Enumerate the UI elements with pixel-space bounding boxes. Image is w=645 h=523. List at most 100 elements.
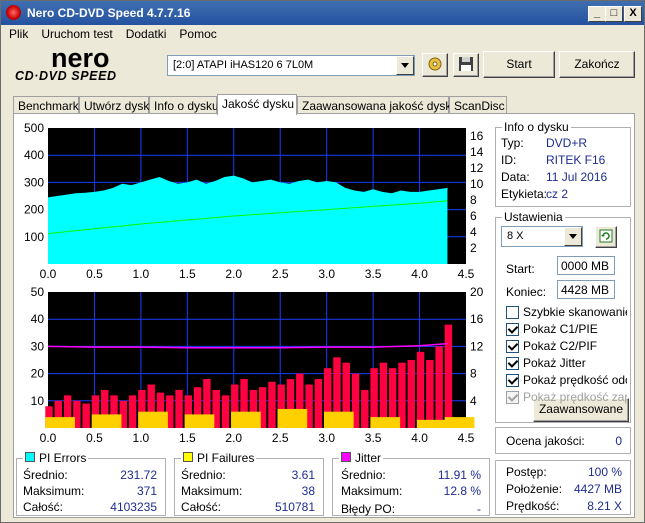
tab-disc-quality[interactable]: Jakość dysku (217, 94, 297, 115)
y-right-tick-2: 6 (470, 209, 477, 223)
pi-failures-bar-19 (221, 395, 230, 428)
pi-failures-bar-24 (268, 381, 276, 428)
x-tick-4: 2.0 (225, 431, 242, 444)
pi-failures-low-bar-9 (444, 417, 475, 428)
pi-errors-max-label: Maksimum: (23, 484, 85, 498)
y-left-tick-1: 200 (24, 203, 44, 217)
pi-failures-bar-41 (426, 360, 434, 428)
x-tick-1: 0.5 (86, 431, 103, 444)
y-right-tick-5: 12 (470, 161, 484, 175)
pi-errors-group: PI Errors Średnio: 231.72 Maksimum: 371 … (16, 451, 166, 516)
window-title: Nero CD-DVD Speed 4.7.7.16 (27, 6, 191, 20)
pi-errors-title: PI Errors (23, 451, 89, 465)
pi-failures-title: PI Failures (181, 451, 257, 465)
menu-pomoc[interactable]: Pomoc (171, 25, 221, 41)
y-left-tick-3: 40 (31, 312, 45, 326)
y-right-tick-4: 10 (470, 177, 484, 191)
y-left-tick-2: 300 (24, 175, 44, 189)
refresh-speed-button[interactable] (595, 226, 617, 248)
y-left-tick-3: 400 (24, 148, 44, 162)
jitter-group: Jitter Średnio: 11.91 % Maksimum: 12.8 %… (332, 451, 490, 516)
position-value: 4427 MB (573, 482, 622, 496)
chevron-down-icon[interactable] (396, 56, 414, 75)
speed-select-value: 8 X (507, 230, 524, 242)
x-tick-9: 4.5 (458, 431, 475, 444)
y-left-tick-0: 10 (31, 394, 45, 408)
tab-disc-info[interactable]: Info o dysku (149, 96, 219, 113)
y-right-tick-3: 8 (470, 193, 477, 207)
y-right-tick-2: 12 (470, 339, 484, 353)
save-button[interactable] (453, 53, 479, 77)
po-errors-label: Błędy PO: (341, 502, 396, 516)
start-button[interactable]: Start (483, 51, 555, 78)
pi-failures-bar-14 (175, 389, 183, 428)
x-tick-9: 4.5 (458, 267, 475, 281)
x-tick-6: 3.0 (318, 267, 335, 281)
tab-create-disc[interactable]: Utwórz dysk (79, 96, 149, 113)
x-tick-8: 4.0 (411, 267, 428, 281)
pi-failures-total-label: Całość: (181, 500, 222, 514)
checkbox-0[interactable] (506, 306, 519, 319)
disc-type-value: DVD+R (546, 136, 588, 150)
y-right-tick-0: 2 (470, 241, 477, 255)
checkbox-label-1: Pokaż C1/PIE (523, 322, 598, 336)
start-mb-input[interactable]: 0000 MB (557, 256, 615, 275)
menu-dodatki[interactable]: Dodatki (118, 25, 172, 41)
menu-uruchom-test[interactable]: Uruchom test (33, 25, 117, 41)
checkbox-2[interactable] (506, 340, 519, 353)
tab-advanced-disc-quality[interactable]: Zaawansowana jakość dysku (297, 96, 458, 113)
x-tick-2: 1.0 (133, 431, 150, 444)
disc-label-label: Etykieta: (501, 187, 548, 201)
close-window-button[interactable]: X (624, 6, 642, 22)
title-bar[interactable]: Nero CD-DVD Speed 4.7.7.16 _ □ X (1, 1, 644, 25)
speed-value: 8.21 X (587, 499, 622, 513)
progress-value: 100 % (587, 465, 622, 479)
pi-errors-max-value: 371 (136, 484, 157, 498)
disc-id-value: RITEK F16 (546, 153, 606, 167)
tab-scandisc[interactable]: ScanDisc (449, 96, 507, 113)
end-mb-input[interactable]: 4428 MB (557, 280, 615, 299)
speed-select[interactable]: 8 X (501, 226, 583, 247)
checkbox-3[interactable] (506, 357, 519, 370)
eject-button[interactable] (422, 53, 448, 77)
checkbox-5 (506, 391, 519, 404)
x-tick-6: 3.0 (318, 431, 335, 444)
pi-failures-bar-34 (361, 389, 369, 428)
pi-failures-bar-43 (444, 324, 453, 428)
y-left-tick-0: 100 (24, 230, 44, 244)
drive-select[interactable]: [2:0] ATAPI iHAS120 6 7L0M (167, 55, 415, 76)
pi-failures-low-bar-6 (323, 411, 354, 428)
x-tick-5: 2.5 (272, 431, 289, 444)
y-right-tick-3: 16 (470, 312, 484, 326)
pi-failures-avg-label: Średnio: (181, 468, 226, 482)
pi-failures-max-label: Maksimum: (181, 484, 243, 498)
x-tick-7: 3.5 (365, 267, 382, 281)
checkbox-4[interactable] (506, 374, 519, 387)
y-right-tick-1: 4 (470, 225, 477, 239)
chevron-down-icon[interactable] (564, 227, 582, 246)
pi-errors-chart: 0.0 0.5 1.0 1.5 2.0 2.5 3.0 3.5 4.0 4.5 100 200 300 4… (24, 121, 484, 281)
pi-failures-low-bar-5 (277, 408, 308, 428)
checkbox-1[interactable] (506, 323, 519, 336)
exit-button[interactable]: Zakończ (559, 51, 635, 78)
pi-failures-bar-9 (128, 395, 137, 428)
jitter-max-value: 12.8 % (443, 484, 481, 498)
y-left-tick-2: 30 (31, 339, 45, 353)
x-tick-1: 0.5 (86, 267, 103, 281)
jitter-avg-label: Średnio: (341, 468, 386, 482)
disc-info-title: Info o dysku (502, 120, 571, 134)
minimize-button[interactable]: _ (588, 6, 606, 22)
jitter-title-text: Jitter (355, 451, 382, 465)
pi-failures-jitter-chart: 0.0 0.5 1.0 1.5 2.0 2.5 3.0 3.5 4.0 4.5 10 20 30 40 50… (31, 285, 484, 444)
quality-label: Ocena jakości: (506, 434, 585, 448)
drive-select-value: [2:0] ATAPI iHAS120 6 7L0M (173, 59, 314, 71)
x-tick-3: 1.5 (179, 267, 196, 281)
x-tick-0: 0.0 (40, 431, 57, 444)
maximize-button[interactable]: □ (605, 6, 623, 22)
disc-date-label: Data: (501, 170, 530, 184)
app-icon (6, 5, 21, 20)
y-right-tick-7: 16 (470, 129, 484, 143)
pi-failures-low-bar-3 (184, 414, 215, 428)
menu-plik[interactable]: Plik (1, 25, 33, 41)
tab-benchmark[interactable]: Benchmark (13, 96, 79, 113)
